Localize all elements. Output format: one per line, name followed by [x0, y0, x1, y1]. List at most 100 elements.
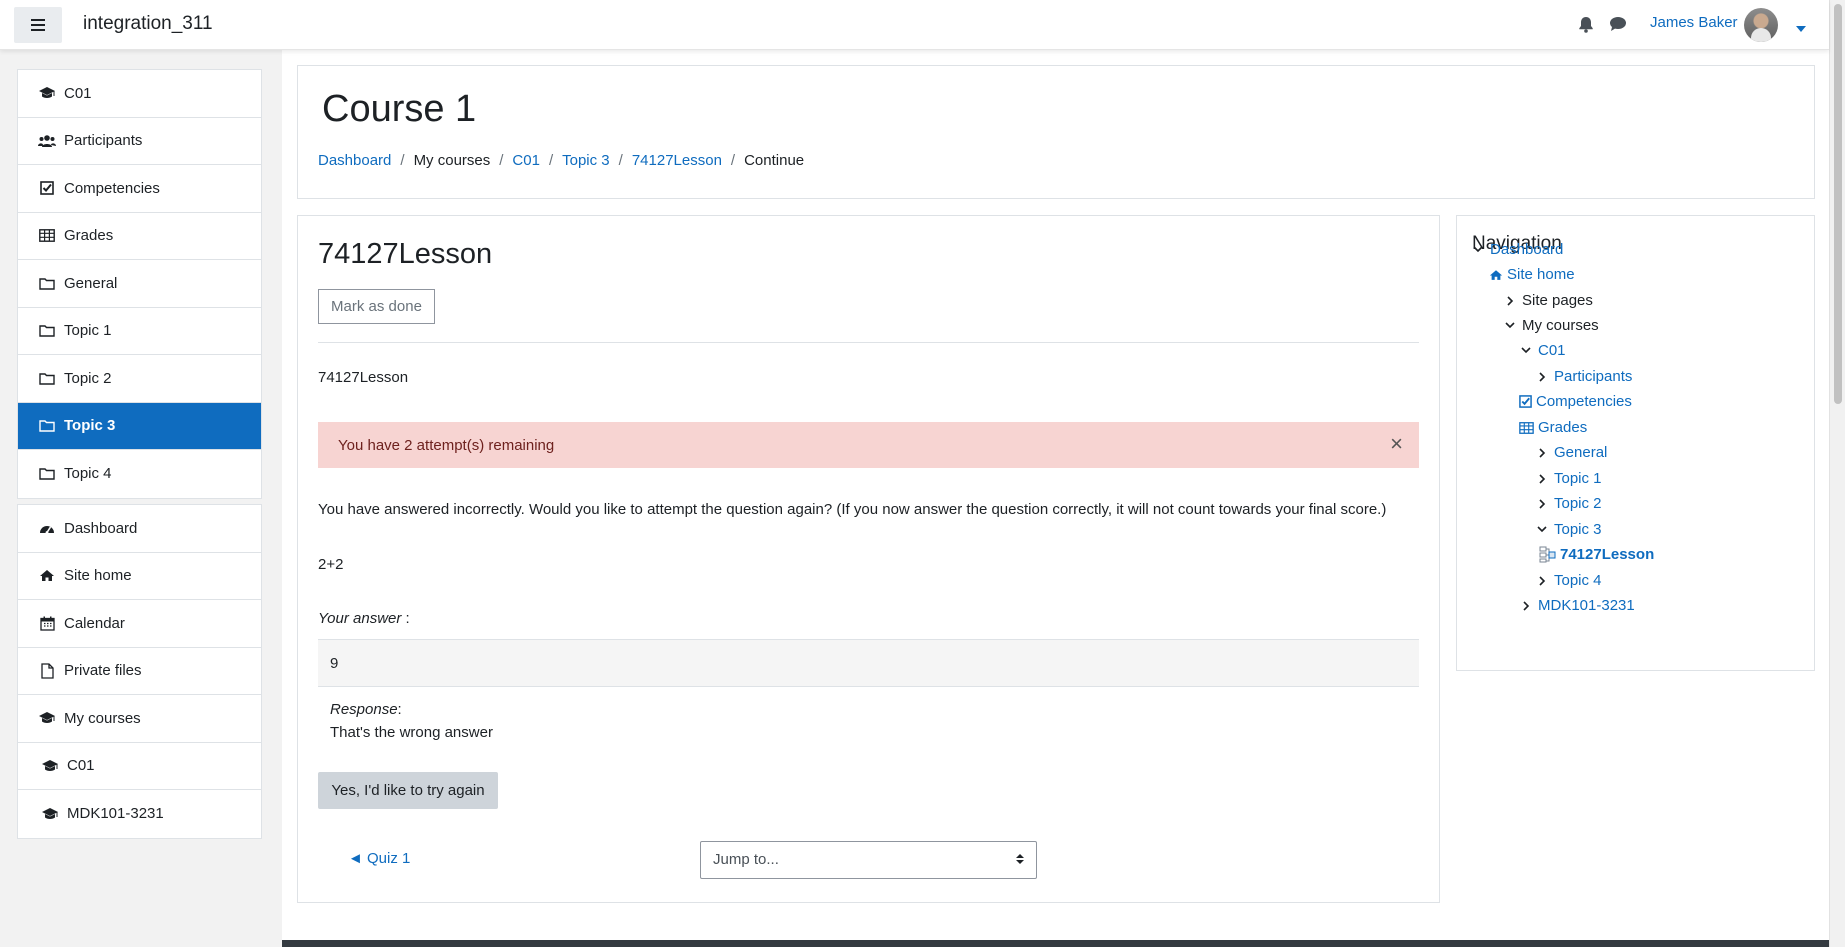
- nav-tree-label: C01: [1538, 342, 1566, 359]
- close-icon[interactable]: ×: [1390, 432, 1403, 456]
- chevron-down-icon[interactable]: [1503, 322, 1517, 329]
- nav-tree-item-dashboard[interactable]: Dashboard: [1471, 241, 1563, 258]
- drawer-item-label: C01: [64, 84, 92, 102]
- lesson-content: 74127Lesson Mark as done 74127Lesson You…: [297, 215, 1440, 903]
- folder-icon: [38, 467, 56, 480]
- nav-tree-item-competencies[interactable]: Competencies: [1519, 393, 1632, 410]
- nav-tree-item-participants[interactable]: Participants: [1535, 368, 1632, 385]
- nav-tree-item-general[interactable]: General: [1535, 444, 1607, 461]
- check-square-icon: [1519, 395, 1532, 408]
- breadcrumb-separator: /: [400, 152, 405, 169]
- response-text: That's the wrong answer: [330, 724, 493, 741]
- graduation-cap-icon: [41, 759, 59, 773]
- nav-tree-item-topic-4[interactable]: Topic 4: [1535, 572, 1602, 589]
- hamburger-icon: [31, 19, 45, 31]
- feedback-text: You have answered incorrectly. Would you…: [318, 501, 1387, 518]
- users-icon: [38, 134, 56, 148]
- nav-tree-label: Topic 2: [1554, 495, 1602, 512]
- nav-tree-item-topic-2[interactable]: Topic 2: [1535, 495, 1602, 512]
- mark-as-done-button[interactable]: Mark as done: [318, 289, 435, 324]
- page-scrollbar[interactable]: [1829, 0, 1845, 947]
- drawer-item-course-c01[interactable]: C01: [18, 743, 261, 790]
- messages-button[interactable]: [1609, 15, 1627, 32]
- previous-activity-link[interactable]: ◄ Quiz 1: [348, 850, 410, 867]
- site-name[interactable]: integration_311: [83, 13, 213, 35]
- drawer-item-competencies[interactable]: Competencies: [18, 165, 261, 213]
- chevron-down-icon[interactable]: [1519, 347, 1533, 354]
- page-header: Course 1 Dashboard / My courses / C01 / …: [297, 65, 1815, 199]
- folder-icon: [38, 372, 56, 385]
- breadcrumb-dashboard[interactable]: Dashboard: [318, 152, 391, 169]
- chevron-right-icon[interactable]: [1535, 473, 1549, 484]
- nav-tree-item-grades[interactable]: Grades: [1519, 419, 1587, 436]
- bell-icon: [1579, 16, 1593, 33]
- chevron-down-icon[interactable]: [1471, 246, 1485, 253]
- nav-tree-item-mdk101-3231[interactable]: MDK101-3231: [1519, 597, 1635, 614]
- notifications-button[interactable]: [1578, 15, 1594, 33]
- chevron-right-icon[interactable]: [1535, 575, 1549, 586]
- chevron-right-icon[interactable]: [1503, 295, 1517, 306]
- chevron-right-icon[interactable]: [1535, 498, 1549, 509]
- drawer-item-calendar[interactable]: Calendar: [18, 600, 261, 648]
- your-answer-label-text: Your answer: [318, 610, 402, 627]
- scrollbar-thumb[interactable]: [1834, 4, 1842, 404]
- drawer-item-grades[interactable]: Grades: [18, 213, 261, 260]
- lesson-icon: [1539, 546, 1556, 563]
- jump-to-select[interactable]: Jump to...: [700, 841, 1037, 879]
- nav-tree-item-site-home[interactable]: Site home: [1489, 266, 1575, 283]
- drawer-item-dashboard[interactable]: Dashboard: [18, 505, 261, 553]
- chevron-down-icon[interactable]: [1535, 526, 1549, 533]
- jump-to-value: Jump to...: [713, 851, 779, 868]
- nav-tree-label: Site home: [1507, 266, 1575, 283]
- breadcrumb-lesson[interactable]: 74127Lesson: [632, 152, 722, 169]
- breadcrumb: Dashboard / My courses / C01 / Topic 3 /…: [318, 152, 804, 169]
- drawer-item-c01[interactable]: C01: [18, 70, 261, 118]
- divider: [318, 342, 1419, 343]
- nav-tree-label: Topic 1: [1554, 470, 1602, 487]
- chevron-right-icon[interactable]: [1519, 600, 1533, 611]
- nav-tree-label: Topic 3: [1554, 521, 1602, 538]
- drawer-item-course-mdk101[interactable]: MDK101-3231: [18, 790, 261, 838]
- drawer-item-my-courses[interactable]: My courses: [18, 695, 261, 743]
- drawer-item-topic-1[interactable]: Topic 1: [18, 308, 261, 355]
- response-label: Response:: [330, 701, 402, 718]
- drawer-toggle-button[interactable]: [14, 7, 62, 43]
- breadcrumb-c01[interactable]: C01: [512, 152, 540, 169]
- user-menu-name[interactable]: James Baker: [1650, 14, 1738, 31]
- nav-tree-item-c01[interactable]: C01: [1519, 342, 1566, 359]
- drawer-item-general[interactable]: General: [18, 260, 261, 308]
- nav-tree-item-topic-1[interactable]: Topic 1: [1535, 470, 1602, 487]
- drawer-item-site-home[interactable]: Site home: [18, 553, 261, 600]
- table-icon: [38, 229, 56, 243]
- chevron-right-icon[interactable]: [1535, 371, 1549, 382]
- drawer-item-label: Topic 1: [64, 322, 112, 340]
- nav-tree-label: Dashboard: [1490, 241, 1564, 258]
- nav-tree-item-site-pages[interactable]: Site pages: [1503, 292, 1593, 309]
- nav-tree-label: General: [1554, 444, 1608, 461]
- drawer-item-topic-3[interactable]: Topic 3: [18, 402, 261, 450]
- drawer-item-label: Topic 2: [64, 369, 112, 387]
- chevron-right-icon[interactable]: [1535, 447, 1549, 458]
- avatar[interactable]: [1744, 8, 1778, 42]
- attempts-alert: You have 2 attempt(s) remaining ×: [318, 422, 1419, 468]
- drawer-item-topic-4[interactable]: Topic 4: [18, 450, 261, 498]
- top-navbar: integration_311 James Baker: [0, 0, 1829, 50]
- drawer-item-private-files[interactable]: Private files: [18, 648, 261, 695]
- try-again-button[interactable]: Yes, I'd like to try again: [318, 772, 498, 809]
- nav-tree-item-my-courses[interactable]: My courses: [1503, 317, 1599, 334]
- graduation-cap-icon: [41, 807, 59, 821]
- page-footer: [282, 940, 1829, 947]
- folder-icon: [38, 277, 56, 290]
- drawer-item-label: Topic 4: [64, 465, 112, 483]
- drawer-item-label: Site home: [64, 567, 132, 585]
- breadcrumb-topic-3[interactable]: Topic 3: [562, 152, 610, 169]
- breadcrumb-my-courses: My courses: [413, 152, 491, 169]
- drawer-item-label: MDK101-3231: [67, 805, 164, 823]
- drawer-item-participants[interactable]: Participants: [18, 118, 261, 165]
- nav-tree-item-topic-3[interactable]: Topic 3: [1535, 521, 1602, 538]
- user-menu-toggle[interactable]: [1796, 20, 1806, 37]
- lesson-title: 74127Lesson: [318, 238, 493, 270]
- course-nav-group: C01 Participants Competencies Grades Gen…: [17, 69, 262, 499]
- drawer-item-topic-2[interactable]: Topic 2: [18, 355, 261, 403]
- nav-tree-item-74127lesson[interactable]: 74127Lesson: [1539, 546, 1654, 563]
